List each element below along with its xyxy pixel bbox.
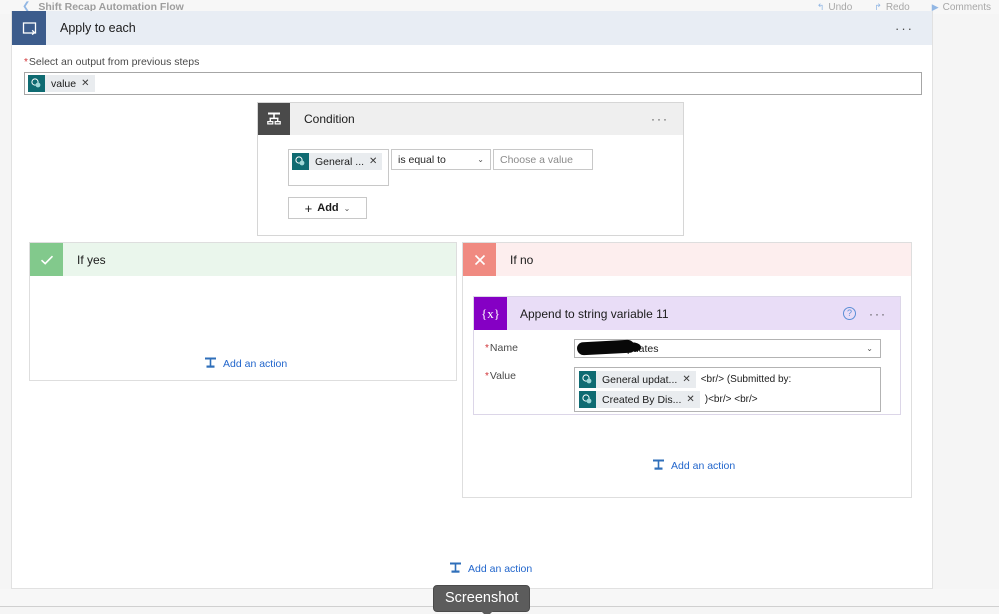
append-string-variable-card: {x} Append to string variable 11 ? ··· *…	[473, 296, 901, 415]
token-chip-value[interactable]: value ✕	[28, 75, 95, 92]
value-field-label: *Value	[485, 367, 574, 382]
help-question-icon[interactable]: ?	[843, 307, 856, 320]
plus-icon: +	[304, 200, 313, 216]
value-line: Created By Dis... ✕ )<br/> <br/>	[579, 391, 876, 408]
if-yes-title: If yes	[77, 252, 106, 267]
name-select[interactable]: GeneralUpdates ⌄	[574, 339, 881, 358]
apply-to-each-more-menu[interactable]: ···	[895, 22, 914, 35]
designer-add-action[interactable]: Add an action	[449, 561, 532, 579]
required-asterisk: *	[485, 343, 489, 354]
condition-add-label: Add	[317, 202, 339, 214]
chevron-down-icon: ⌄	[343, 203, 351, 213]
add-action-icon	[652, 458, 665, 474]
token-chip-label: value	[51, 77, 77, 90]
value-input[interactable]: General updat... ✕ <br/> (Submitted by:	[574, 367, 881, 412]
condition-more-menu[interactable]: ···	[651, 113, 669, 125]
if-no-header: If no	[463, 243, 911, 276]
condition-operator-select[interactable]: is equal to ⌄	[391, 149, 491, 170]
if-yes-header: If yes	[30, 243, 456, 276]
append-card-more-menu[interactable]: ···	[869, 308, 887, 320]
token-chip-general[interactable]: General ... ✕	[292, 153, 383, 170]
variable-braces-glyph: {x}	[481, 305, 500, 321]
if-yes-add-action[interactable]: Add an action	[204, 356, 287, 372]
select-output-label-text: Select an output from previous steps	[28, 56, 200, 68]
sharepoint-icon	[579, 391, 596, 408]
add-action-label: Add an action	[468, 563, 533, 575]
sharepoint-icon	[579, 371, 596, 388]
apply-to-each-header[interactable]: Apply to each ···	[12, 11, 932, 45]
token-remove-icon[interactable]: ✕	[682, 374, 695, 385]
add-action-icon	[204, 356, 217, 372]
chevron-down-icon: ⌄	[477, 155, 484, 164]
condition-value-placeholder: Choose a value	[500, 153, 573, 166]
add-action-label: Add an action	[223, 358, 288, 370]
condition-row: General ... ✕ is equal to ⌄ Choose a val…	[288, 149, 683, 186]
token-chip-label: Created By Dis...	[602, 393, 682, 406]
condition-title: Condition	[304, 112, 355, 126]
token-remove-icon[interactable]: ✕	[81, 78, 94, 89]
condition-body: General ... ✕ is equal to ⌄ Choose a val…	[258, 135, 683, 219]
token-chip-created-by[interactable]: Created By Dis... ✕	[579, 391, 700, 408]
name-field-label-text: Name	[489, 342, 518, 354]
apply-to-each-title: Apply to each	[60, 21, 136, 35]
sharepoint-icon	[28, 75, 45, 92]
if-yes-body: Add an action	[30, 276, 456, 381]
if-no-add-action[interactable]: Add an action	[652, 458, 735, 474]
add-action-icon	[449, 561, 462, 577]
select-output-label: *Select an output from previous steps	[24, 56, 920, 68]
loop-icon	[12, 11, 46, 45]
comments-button[interactable]: ▶ Comments	[932, 2, 991, 13]
value-field-row: *Value General updat... ✕ <br/> (Submitt…	[474, 358, 900, 412]
select-output-input[interactable]: value ✕	[24, 72, 922, 95]
condition-header[interactable]: Condition ···	[258, 103, 683, 135]
token-remove-icon[interactable]: ✕	[686, 394, 699, 405]
condition-add-button[interactable]: + Add ⌄	[288, 197, 367, 219]
append-card-header-actions: ? ···	[843, 307, 887, 320]
power-automate-designer-screen: ❮ Shift Recap Automation Flow ↰ Undo ↱ R…	[0, 0, 999, 614]
append-card-header[interactable]: {x} Append to string variable 11 ? ···	[474, 297, 900, 330]
value-literal-text: <br/> (Submitted by:	[700, 374, 792, 385]
condition-card: Condition ··· General ... ✕ is equal to …	[257, 102, 684, 236]
sharepoint-icon	[292, 153, 309, 170]
required-asterisk: *	[485, 371, 489, 382]
if-no-title: If no	[510, 252, 534, 267]
screenshot-tooltip: Screenshot	[433, 585, 531, 614]
condition-operator-value: is equal to	[398, 153, 446, 166]
add-action-label: Add an action	[671, 460, 736, 472]
chevron-down-icon: ⌄	[866, 344, 873, 353]
condition-left-operand-input[interactable]: General ... ✕	[288, 149, 389, 186]
check-icon	[30, 243, 63, 276]
close-x-icon	[463, 243, 496, 276]
condition-branch-icon	[258, 103, 290, 135]
value-line: General updat... ✕ <br/> (Submitted by:	[579, 371, 876, 388]
token-chip-general-update[interactable]: General updat... ✕	[579, 371, 696, 388]
token-remove-icon[interactable]: ✕	[369, 156, 382, 167]
token-chip-label: General updat...	[602, 373, 678, 386]
append-card-title: Append to string variable 11	[520, 306, 669, 321]
variable-braces-icon: {x}	[474, 297, 507, 330]
branch-if-yes: If yes Add an action	[29, 242, 457, 381]
apply-to-each-body: *Select an output from previous steps va…	[12, 45, 932, 95]
comments-label: Comments	[942, 1, 991, 13]
condition-value-input[interactable]: Choose a value	[493, 149, 593, 170]
name-field-label: *Name	[485, 339, 574, 354]
required-asterisk: *	[24, 57, 28, 68]
add-action-link[interactable]: Add an action	[449, 561, 532, 577]
value-field-label-text: Value	[489, 370, 516, 382]
name-field-row: *Name GeneralUpdates ⌄	[474, 330, 900, 358]
value-literal-text: )<br/> <br/>	[704, 394, 758, 405]
token-chip-label: General ...	[315, 155, 365, 168]
